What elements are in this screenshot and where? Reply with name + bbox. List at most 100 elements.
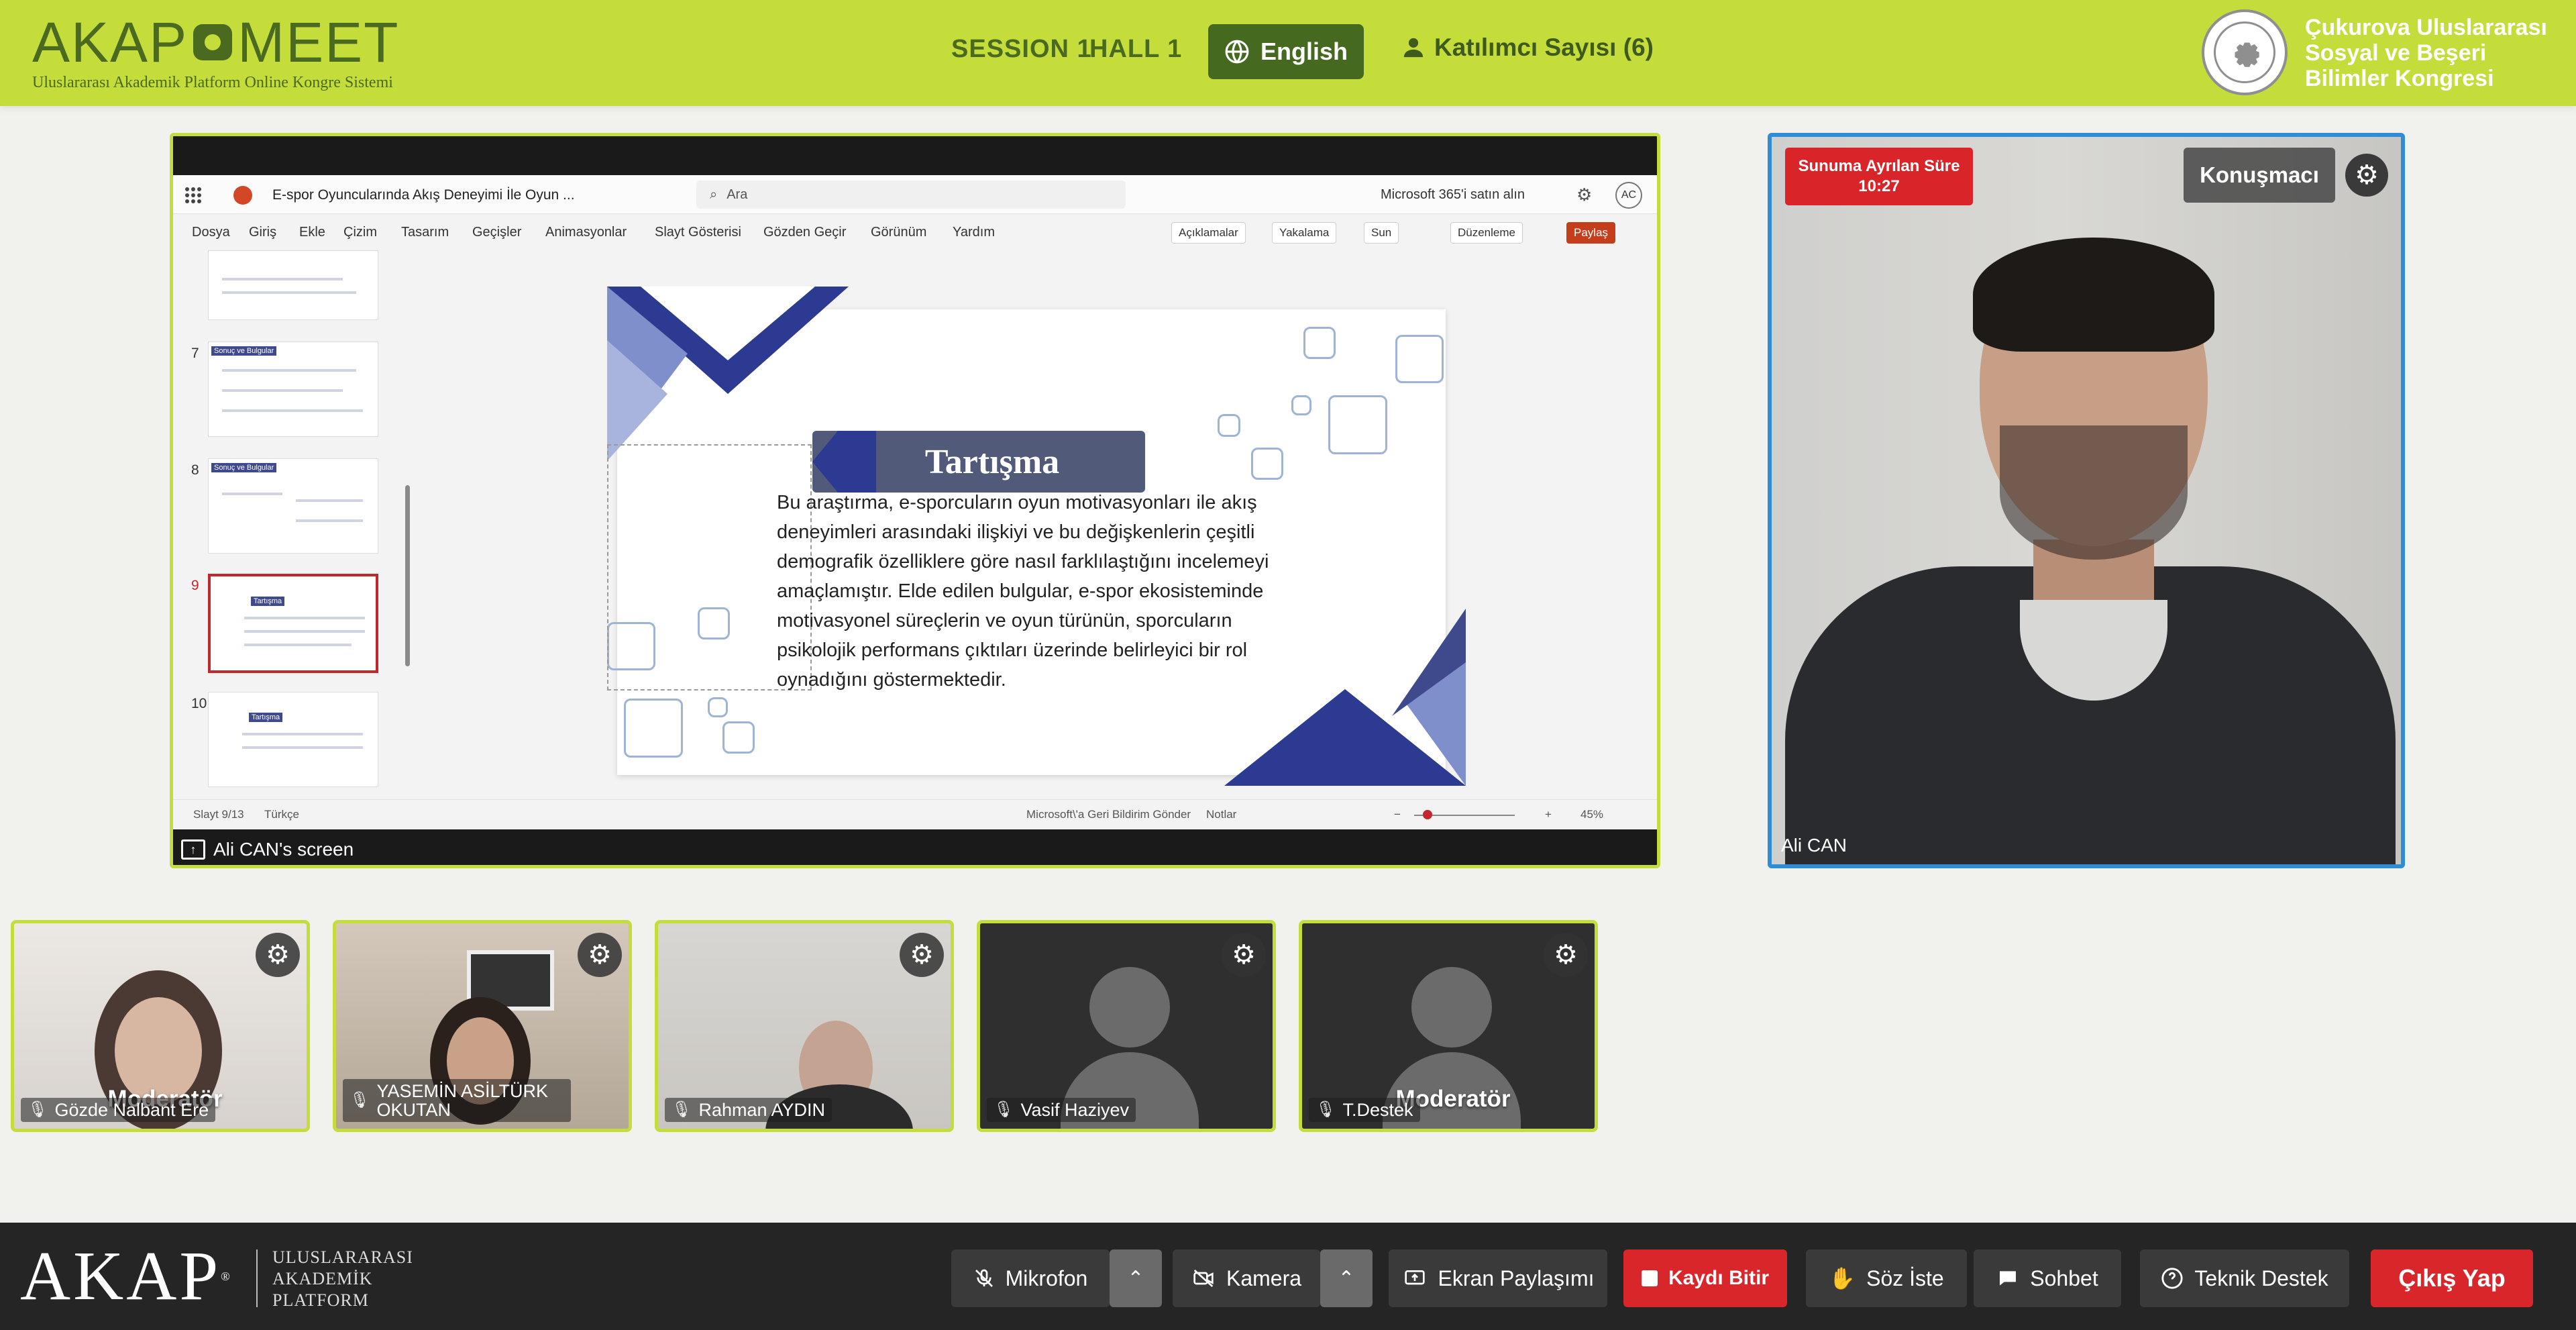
microphone-options-button[interactable]: ⌃	[1110, 1249, 1162, 1307]
participant-name: YASEMİN ASİLTÜRK OKUTAN	[376, 1081, 549, 1120]
zoom-out-icon: −	[1394, 808, 1401, 821]
participant-tile[interactable]: ⚙ 🎙 YASEMİN ASİLTÜRK OKUTAN	[333, 920, 632, 1132]
menu-gecisler: Geçişler	[472, 225, 522, 240]
slide-thumbnails: 7 Sonuç ve Bulgular 8 Sonuç ve Bulgular …	[173, 250, 410, 799]
participant-name-tag: 🎙 Rahman AYDIN	[665, 1098, 833, 1122]
participant-tile[interactable]: ⚙ Moderatör 🎙 T.Destek	[1299, 920, 1598, 1132]
menu-slayt-gosterisi: Slayt Gösterisi	[655, 225, 741, 240]
participant-count[interactable]: Katılımcı Sayısı (6)	[1402, 34, 1654, 62]
congress-name: Çukurova Uluslararası Sosyal ve Beşeri B…	[2305, 15, 2547, 91]
mic-off-icon: 🎙	[672, 1101, 692, 1119]
thumbnail-7: Sonuç ve Bulgular	[208, 342, 378, 437]
feedback-link: Microsoft\'a Geri Bildirim Gönder	[1026, 808, 1191, 821]
speaker-video[interactable]: Sunuma Ayrılan Süre 10:27 Konuşmacı ⚙ Al…	[1768, 133, 2405, 868]
thumbnail-number: 9	[191, 578, 199, 593]
akap-brand: AKAP	[20, 1237, 221, 1315]
akap-subtitle-line1: ULUSLARARASI	[272, 1247, 413, 1267]
stop-icon	[1641, 1270, 1658, 1286]
akap-subtitle: ULUSLARARASI AKADEMİK PLATFORM	[272, 1247, 413, 1311]
thumbnail-6	[208, 250, 378, 320]
menu-yardim: Yardım	[953, 225, 995, 240]
exit-button[interactable]: Çıkış Yap	[2371, 1249, 2533, 1307]
ppt-status-bar: Slayt 9/13 Türkçe Microsoft\'a Geri Bild…	[173, 799, 1657, 829]
gear-icon[interactable]: ⚙	[2345, 154, 2388, 197]
speaker-name: Ali CAN	[1781, 835, 1847, 856]
participant-tile[interactable]: ⚙ 🎙 Rahman AYDIN	[655, 920, 954, 1132]
menu-cizim: Çizim	[343, 225, 377, 240]
thumbnail-number: 7	[191, 346, 199, 361]
menu-animasyonlar: Animasyonlar	[545, 225, 627, 240]
participant-count-label: Katılımcı Sayısı (6)	[1434, 34, 1654, 61]
language-label: English	[1260, 38, 1348, 65]
raise-hand-label: Söz İste	[1866, 1266, 1944, 1290]
raise-hand-button[interactable]: ✋ Söz İste	[1806, 1249, 1967, 1307]
thumbnail-number: 8	[191, 462, 199, 478]
akap-subtitle-line2: AKADEMİK	[272, 1269, 373, 1288]
chat-button[interactable]: Sohbet	[1974, 1249, 2121, 1307]
mic-off-icon: 🎙	[994, 1101, 1014, 1119]
menu-tasarim: Tasarım	[401, 225, 449, 240]
mic-off-icon	[975, 1269, 993, 1287]
menu-dosya: Dosya	[192, 225, 230, 240]
gear-icon[interactable]: ⚙	[578, 933, 622, 977]
akap-subtitle-line3: PLATFORM	[272, 1290, 369, 1310]
gear-icon[interactable]: ⚙	[256, 933, 300, 977]
gear-icon[interactable]: ⚙	[1544, 933, 1588, 977]
thumbnail-number: 10	[191, 696, 207, 711]
menu-gozden-gecir: Gözden Geçir	[763, 225, 847, 240]
language-button[interactable]: English	[1208, 24, 1364, 79]
ribbon-present: Sun	[1364, 222, 1399, 244]
slide-canvas: Tartışma Bu araştırma, e-sporcuların oyu…	[423, 250, 1657, 799]
camera-button[interactable]: Kamera	[1173, 1249, 1320, 1307]
camera-options-button[interactable]: ⌃	[1320, 1249, 1373, 1307]
bottom-control-bar: AKAP® ULUSLARARASI AKADEMİK PLATFORM Mik…	[0, 1223, 2576, 1330]
menu-gorunum: Görünüm	[871, 225, 927, 240]
shared-screen[interactable]: E-spor Oyuncularında Akış Deneyimi İle O…	[170, 133, 1660, 868]
congress-name-line1: Çukurova Uluslararası	[2305, 15, 2547, 40]
exit-label: Çıkış Yap	[2398, 1264, 2506, 1292]
university-seal-logo	[2202, 9, 2288, 95]
screen-share-button[interactable]: Ekran Paylaşımı	[1389, 1249, 1607, 1307]
thumbnail-scrollbar	[405, 485, 410, 666]
participant-name-tag: 🎙 Vasif Haziyev	[987, 1098, 1136, 1122]
technical-support-button[interactable]: Teknik Destek	[2140, 1249, 2349, 1307]
hand-icon: ✋	[1829, 1266, 1856, 1290]
avatar-placeholder-icon	[1089, 967, 1170, 1047]
stop-recording-label: Kaydı Bitir	[1668, 1267, 1770, 1289]
settings-icon: ⚙	[1576, 185, 1593, 205]
gear-emblem-icon	[2235, 42, 2259, 67]
screen-share-label: ↑ Ali CAN's screen	[181, 834, 354, 865]
powerpoint-window: E-spor Oyuncularında Akış Deneyimi İle O…	[173, 175, 1657, 829]
help-icon	[2161, 1268, 2183, 1289]
screen-share-icon: ↑	[181, 839, 205, 860]
chat-icon	[2000, 1271, 2017, 1286]
screen-share-label: Ekran Paylaşımı	[1438, 1266, 1595, 1290]
chevron-up-icon: ⌃	[1338, 1267, 1355, 1290]
gear-icon[interactable]: ⚙	[900, 933, 944, 977]
chat-label: Sohbet	[2030, 1266, 2098, 1290]
screen-share-owner: Ali CAN's screen	[213, 839, 354, 860]
akapmeet-logo[interactable]: AKAP MEET Uluslararası Akademik Platform…	[32, 12, 399, 92]
participant-name: Vasif Haziyev	[1020, 1100, 1130, 1120]
session-label: SESSION 1	[951, 35, 1092, 63]
participant-tile[interactable]: ⚙ Moderatör 🎙 Gözde Nalbant Ere	[11, 920, 310, 1132]
gear-icon[interactable]: ⚙	[1222, 933, 1266, 977]
ribbon-edit: Düzenleme	[1450, 222, 1523, 244]
slide-body-text: Bu araştırma, e-sporcuların oyun motivas…	[777, 492, 1269, 690]
ms365-offer: Microsoft 365'i satın alın	[1381, 187, 1525, 202]
participant-name-tag: 🎙 Gözde Nalbant Ere	[21, 1098, 216, 1122]
microphone-button[interactable]: Mikrofon	[951, 1249, 1110, 1307]
thumbnail-9-selected: Tartışma	[208, 574, 378, 673]
thumbnail-title: Tartışma	[251, 597, 285, 606]
akap-logo: AKAP®	[20, 1237, 233, 1315]
person-icon	[1403, 38, 1424, 58]
microphone-label: Mikrofon	[1005, 1266, 1088, 1290]
thumbnail-title: Tartışma	[249, 713, 283, 722]
participant-name: Rahman AYDIN	[698, 1100, 826, 1120]
stop-recording-button[interactable]: Kaydı Bitir	[1623, 1249, 1787, 1307]
slide-language: Türkçe	[264, 808, 299, 821]
participant-tile[interactable]: ⚙ 🎙 Vasif Haziyev	[977, 920, 1276, 1132]
timer-label: Sunuma Ayrılan Süre	[1798, 157, 1960, 175]
powerpoint-icon	[233, 186, 252, 205]
ppt-search-box: ⌕ Ara	[696, 181, 1126, 209]
